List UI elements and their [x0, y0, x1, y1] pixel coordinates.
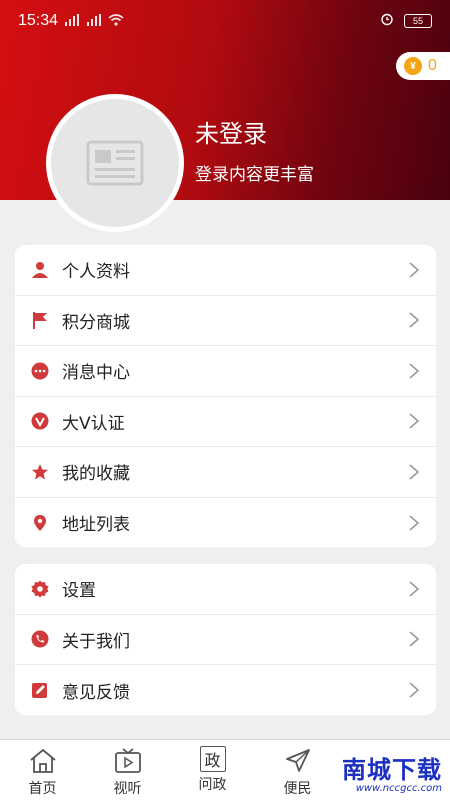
chevron-right-icon	[409, 262, 420, 278]
watermark-main: 南城下载	[342, 756, 442, 784]
tab-label: 首页	[28, 781, 57, 797]
v-badge-icon	[30, 411, 50, 431]
location-icon	[30, 513, 50, 533]
tab-home[interactable]: 首页	[0, 740, 85, 800]
menu-item-label: 个人资料	[62, 262, 130, 283]
chevron-right-icon	[409, 413, 420, 429]
menu-item-label: 地址列表	[62, 515, 130, 536]
menu-item-label: 我的收藏	[62, 464, 130, 485]
menu-item-label: 设置	[62, 581, 96, 602]
menu-card-secondary: 设置 关于我们 意见反馈	[15, 564, 436, 715]
menu-item-addresses[interactable]: 地址列表	[15, 498, 436, 549]
tab-convenience[interactable]: 便民	[255, 740, 340, 800]
menu-item-label: 积分商城	[62, 312, 130, 333]
menu-item-feedback[interactable]: 意见反馈	[15, 665, 436, 716]
menu-item-bigv[interactable]: 大V认证	[15, 397, 436, 447]
coin-icon: ¥	[404, 57, 422, 75]
signal-icon-1	[64, 13, 80, 29]
watermark-url: www.nccgcc.com	[355, 783, 442, 794]
menu-item-messages[interactable]: 消息中心	[15, 346, 436, 397]
avatar[interactable]	[46, 94, 184, 232]
person-icon	[30, 260, 50, 280]
menu-item-favorites[interactable]: 我的收藏	[15, 447, 436, 498]
status-left: 15:34	[18, 12, 124, 30]
battery-icon: 55	[404, 14, 432, 28]
tab-politics[interactable]: 政 问政	[170, 740, 255, 800]
politics-icon: 政	[199, 746, 226, 772]
send-icon	[283, 746, 313, 776]
message-icon	[30, 361, 50, 381]
menu-item-label: 消息中心	[62, 363, 130, 384]
phone-icon	[30, 629, 50, 649]
tab-label: 视听	[113, 781, 142, 797]
status-time: 15:34	[18, 12, 59, 29]
chevron-right-icon	[409, 581, 420, 597]
user-subtitle: 登录内容更丰富	[195, 165, 314, 185]
gear-icon	[30, 579, 50, 599]
star-icon	[30, 462, 50, 482]
menu-item-label: 大V认证	[62, 413, 125, 434]
menu-card-primary: 个人资料 积分商城 消息中心 大V认证 我的收藏 地址列表	[15, 245, 436, 547]
signal-icon-2	[86, 13, 102, 29]
chevron-right-icon	[409, 682, 420, 698]
flag-icon	[30, 310, 50, 330]
watermark: 南城下载 www.nccgcc.com	[342, 750, 442, 794]
chevron-right-icon	[409, 515, 420, 531]
menu-item-points-mall[interactable]: 积分商城	[15, 296, 436, 346]
chevron-right-icon	[409, 631, 420, 647]
alarm-icon	[380, 12, 394, 30]
chevron-right-icon	[409, 464, 420, 480]
coin-badge[interactable]: ¥ 0	[396, 52, 450, 80]
tab-audiovisual[interactable]: 视听	[85, 740, 170, 800]
status-right: 55	[380, 12, 432, 30]
home-icon	[28, 746, 58, 776]
tab-label: 问政	[198, 777, 227, 793]
menu-item-about[interactable]: 关于我们	[15, 615, 436, 665]
edit-icon	[30, 680, 50, 700]
politics-icon-text: 政	[204, 751, 221, 770]
status-bar: 15:34 55	[0, 0, 450, 42]
coin-count: 0	[428, 57, 437, 74]
newspaper-icon	[86, 140, 144, 186]
chevron-right-icon	[409, 363, 420, 379]
chevron-right-icon	[409, 312, 420, 328]
menu-item-label: 意见反馈	[62, 682, 130, 703]
user-name[interactable]: 未登录	[195, 114, 267, 149]
tv-icon	[113, 746, 143, 776]
wifi-icon	[108, 13, 124, 29]
menu-item-label: 关于我们	[62, 631, 130, 652]
menu-item-settings[interactable]: 设置	[15, 564, 436, 615]
menu-item-profile[interactable]: 个人资料	[15, 245, 436, 296]
tab-label: 便民	[283, 781, 312, 797]
